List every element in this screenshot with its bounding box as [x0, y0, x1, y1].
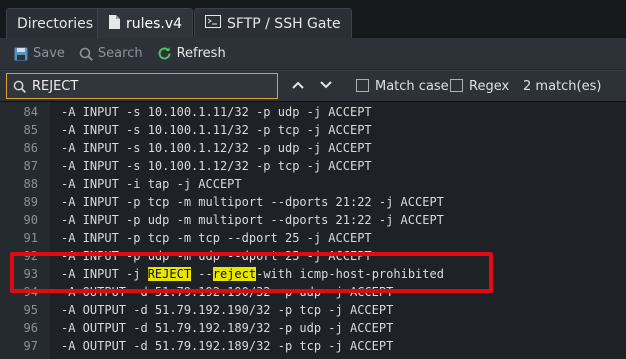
- match-case-label: Match case: [375, 79, 449, 94]
- search-label: Search: [97, 46, 143, 61]
- tab-label: rules.v4: [126, 15, 183, 32]
- line-number: 96: [23, 321, 38, 335]
- line-number: 90: [23, 213, 38, 227]
- search-bar: REJECT Match case Regex 2 match(es): [0, 70, 626, 102]
- refresh-button[interactable]: Refresh: [157, 46, 226, 61]
- code-line: 88 -A INPUT -i tap -j ACCEPT: [0, 175, 626, 193]
- code-line: 96 -A OUTPUT -d 51.79.192.189/32 -p udp -…: [0, 319, 626, 337]
- line-number: 87: [23, 159, 38, 173]
- regex-checkbox[interactable]: [450, 79, 463, 92]
- chevron-up-icon: [292, 81, 304, 89]
- refresh-label: Refresh: [176, 46, 226, 61]
- code-line: 89 -A INPUT -p tcp -m multiport --dports …: [0, 193, 626, 211]
- code-line: 95 -A OUTPUT -d 51.79.192.190/32 -p tcp -…: [0, 301, 626, 319]
- save-label: Save: [33, 46, 65, 61]
- tab-label: SFTP / SSH Gate: [227, 15, 341, 32]
- line-number: 85: [23, 123, 38, 137]
- line-text: -A OUTPUT -d 51.79.192.189/32 -p udp -j …: [61, 321, 394, 335]
- search-value: REJECT: [32, 78, 79, 94]
- refresh-icon: [158, 47, 171, 60]
- line-number: 89: [23, 195, 38, 209]
- regex-label: Regex: [469, 79, 510, 94]
- chevron-down-icon: [320, 81, 332, 89]
- line-number: 88: [23, 177, 38, 191]
- line-number: 97: [23, 339, 38, 353]
- match-count: 2 match(es): [523, 79, 602, 94]
- line-text: -A INPUT -i tap -j ACCEPT: [61, 177, 242, 191]
- next-match-button[interactable]: [320, 78, 332, 93]
- code-line: 85 -A INPUT -s 10.100.1.11/32 -p tcp -j A…: [0, 121, 626, 139]
- code-line: 90 -A INPUT -p udp -m multiport --dports …: [0, 211, 626, 229]
- match-case-checkbox[interactable]: [356, 79, 369, 92]
- annotation-highlight-box: [10, 252, 493, 293]
- search-button[interactable]: Search: [79, 46, 143, 61]
- tab-sftp-ssh-gate[interactable]: SFTP / SSH Gate: [194, 8, 352, 38]
- line-number: 86: [23, 141, 38, 155]
- toolbar: Save Search Refresh: [0, 38, 626, 70]
- search-input[interactable]: REJECT: [6, 73, 278, 99]
- terminal-icon: [205, 15, 221, 32]
- code-line: 84 -A INPUT -s 10.100.1.11/32 -p udp -j A…: [0, 103, 626, 121]
- search-icon: [79, 47, 93, 61]
- line-text: -A INPUT -p udp -m multiport --dports 21…: [61, 213, 444, 227]
- line-text: -A INPUT -s 10.100.1.12/32 -p udp -j ACC…: [61, 141, 372, 155]
- code-line: 87 -A INPUT -s 10.100.1.12/32 -p tcp -j A…: [0, 157, 626, 175]
- line-number: 91: [23, 231, 38, 245]
- line-number: 84: [23, 105, 38, 119]
- line-number: 95: [23, 303, 38, 317]
- line-text: -A INPUT -p tcp -m multiport --dports 21…: [61, 195, 444, 209]
- code-editor[interactable]: 84 -A INPUT -s 10.100.1.11/32 -p udp -j A…: [0, 102, 626, 359]
- save-button[interactable]: Save: [14, 46, 65, 61]
- line-text: -A OUTPUT -d 51.79.192.190/32 -p tcp -j …: [61, 303, 394, 317]
- file-icon: [108, 14, 120, 33]
- code-line: 86 -A INPUT -s 10.100.1.12/32 -p udp -j A…: [0, 139, 626, 157]
- line-text: -A OUTPUT -d 51.79.192.189/32 -p tcp -j …: [61, 339, 394, 353]
- search-icon: [13, 80, 26, 93]
- line-text: -A INPUT -s 10.100.1.12/32 -p tcp -j ACC…: [61, 159, 372, 173]
- code-line: 91 -A INPUT -p tcp -m tcp --dport 25 -j A…: [0, 229, 626, 247]
- save-icon: [14, 47, 28, 60]
- code-line: 97 -A OUTPUT -d 51.79.192.189/32 -p tcp -…: [0, 337, 626, 355]
- line-text: -A INPUT -p tcp -m tcp --dport 25 -j ACC…: [61, 231, 372, 245]
- tab-directories[interactable]: Directories: [6, 8, 105, 38]
- tab-rules-v4[interactable]: rules.v4: [97, 8, 194, 38]
- tab-label: Directories: [17, 15, 94, 32]
- line-text: -A INPUT -s 10.100.1.11/32 -p udp -j ACC…: [61, 105, 372, 119]
- line-text: -A INPUT -s 10.100.1.11/32 -p tcp -j ACC…: [61, 123, 372, 137]
- tab-bar: Directories rules.v4 SFTP / SSH Gate: [0, 0, 626, 38]
- previous-match-button[interactable]: [292, 78, 304, 93]
